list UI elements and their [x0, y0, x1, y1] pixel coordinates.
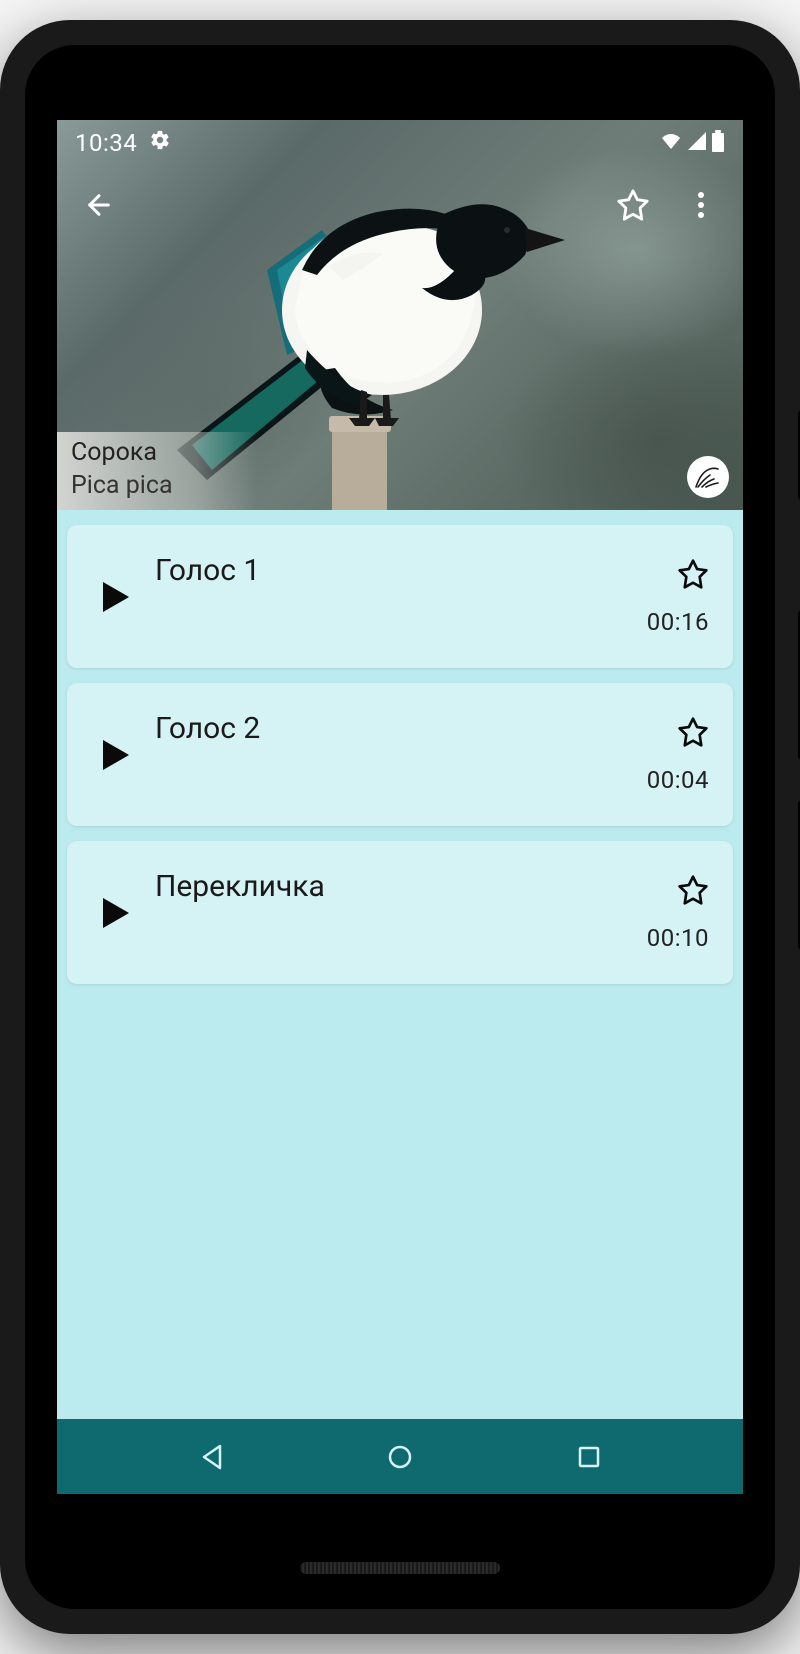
header-image: 10:34 [57, 120, 743, 510]
signal-icon [687, 131, 707, 155]
play-button[interactable] [91, 580, 141, 614]
sound-title: Перекличка [141, 861, 647, 904]
sound-favorite-button[interactable] [677, 716, 709, 748]
sound-card[interactable]: Голос 2 00:04 [67, 683, 733, 826]
sound-favorite-button[interactable] [677, 874, 709, 906]
sound-duration: 00:04 [647, 766, 709, 794]
nav-recents-button[interactable] [569, 1437, 609, 1477]
sound-favorite-button[interactable] [677, 558, 709, 590]
sound-duration: 00:10 [647, 924, 709, 952]
wifi-icon [659, 131, 683, 155]
sound-duration: 00:16 [647, 608, 709, 636]
title-overlay: Сорока Pica pica [57, 432, 257, 510]
nav-back-button[interactable] [191, 1437, 231, 1477]
bird-common-name: Сорока [71, 438, 243, 467]
app-bar [57, 175, 743, 235]
sound-card[interactable]: Голос 1 00:16 [67, 525, 733, 668]
status-bar: 10:34 [57, 120, 743, 165]
more-button[interactable] [681, 185, 721, 225]
sound-card[interactable]: Перекличка 00:10 [67, 841, 733, 984]
bird-latin-name: Pica pica [71, 471, 243, 500]
play-button[interactable] [91, 896, 141, 930]
phone-speaker-bottom [300, 1562, 500, 1574]
sound-title: Голос 2 [141, 703, 647, 746]
nav-home-button[interactable] [380, 1437, 420, 1477]
favorite-button[interactable] [613, 185, 653, 225]
status-time: 10:34 [75, 129, 137, 157]
photo-credit-badge[interactable] [687, 456, 729, 498]
sound-title: Голос 1 [141, 545, 647, 588]
sound-list: Голос 1 00:16 Голос 2 [57, 510, 743, 999]
back-button[interactable] [79, 185, 119, 225]
play-button[interactable] [91, 738, 141, 772]
app-screen: 10:34 [57, 120, 743, 1494]
android-nav-bar [57, 1419, 743, 1494]
battery-icon [711, 130, 725, 156]
settings-icon [149, 129, 171, 157]
phone-frame: 10:34 [0, 20, 800, 1634]
